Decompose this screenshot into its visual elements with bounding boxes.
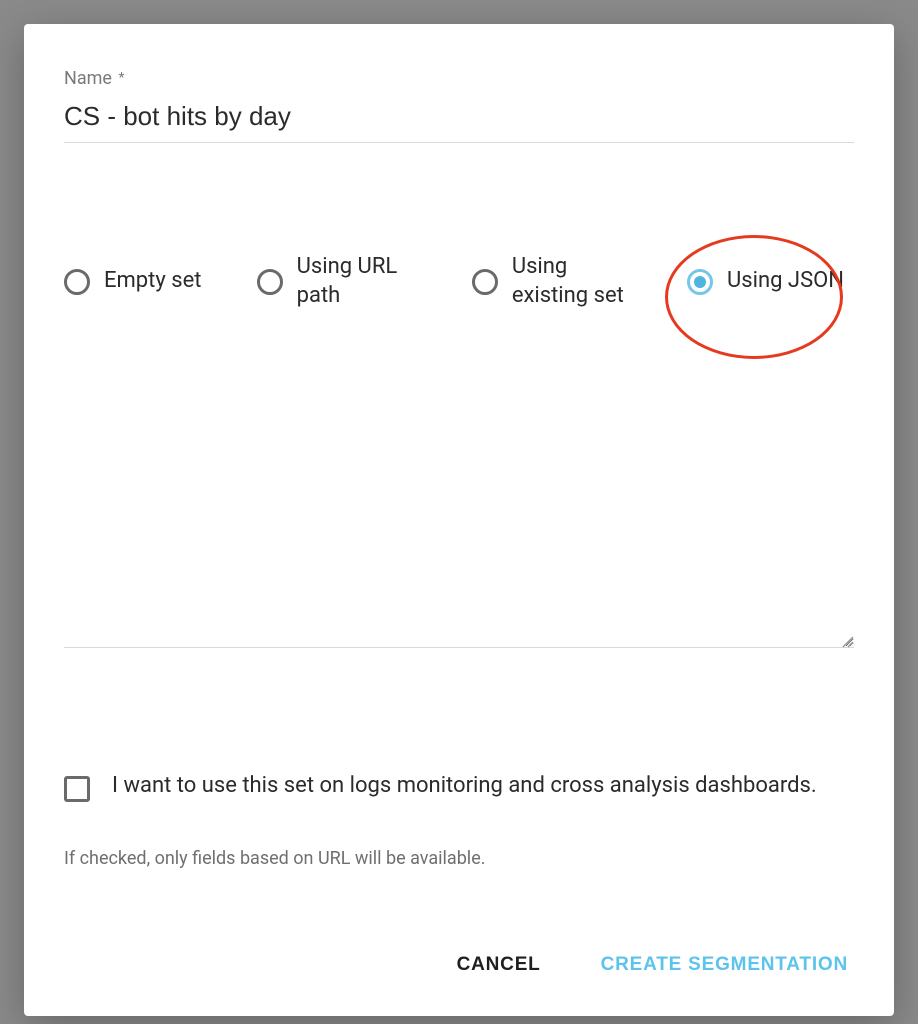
set-type-radio-group: Empty set Using URL path Using existing …	[64, 253, 854, 310]
radio-label: Using URL path	[297, 253, 417, 310]
radio-icon-selected	[687, 269, 713, 295]
required-asterisk: *	[118, 70, 124, 86]
cancel-button[interactable]: CANCEL	[451, 946, 547, 984]
radio-label: Empty set	[104, 267, 201, 296]
radio-icon	[257, 269, 283, 295]
radio-option-empty-set[interactable]: Empty set	[64, 267, 201, 296]
name-field-label: Name *	[64, 68, 854, 89]
dialog-actions: CANCEL CREATE SEGMENTATION	[64, 922, 854, 984]
create-segmentation-dialog: Name * Empty set Using URL path Using ex…	[24, 24, 894, 1016]
checkbox-help-text: If checked, only fields based on URL wil…	[64, 848, 854, 869]
radio-label: Using existing set	[512, 253, 632, 310]
radio-icon	[64, 269, 90, 295]
use-on-dashboards-label: I want to use this set on logs monitorin…	[112, 770, 817, 802]
radio-label: Using JSON	[727, 267, 844, 296]
name-input[interactable]	[64, 95, 854, 143]
create-segmentation-button[interactable]: CREATE SEGMENTATION	[595, 946, 854, 984]
json-textarea[interactable]	[64, 378, 854, 648]
use-on-dashboards-row: I want to use this set on logs monitorin…	[64, 770, 854, 802]
radio-option-url-path[interactable]: Using URL path	[257, 253, 417, 310]
use-on-dashboards-checkbox[interactable]	[64, 776, 90, 802]
radio-option-using-json[interactable]: Using JSON	[687, 267, 854, 296]
radio-icon	[472, 269, 498, 295]
json-textarea-wrap	[64, 328, 854, 652]
radio-option-existing-set[interactable]: Using existing set	[472, 253, 632, 310]
name-label-text: Name	[64, 68, 112, 89]
